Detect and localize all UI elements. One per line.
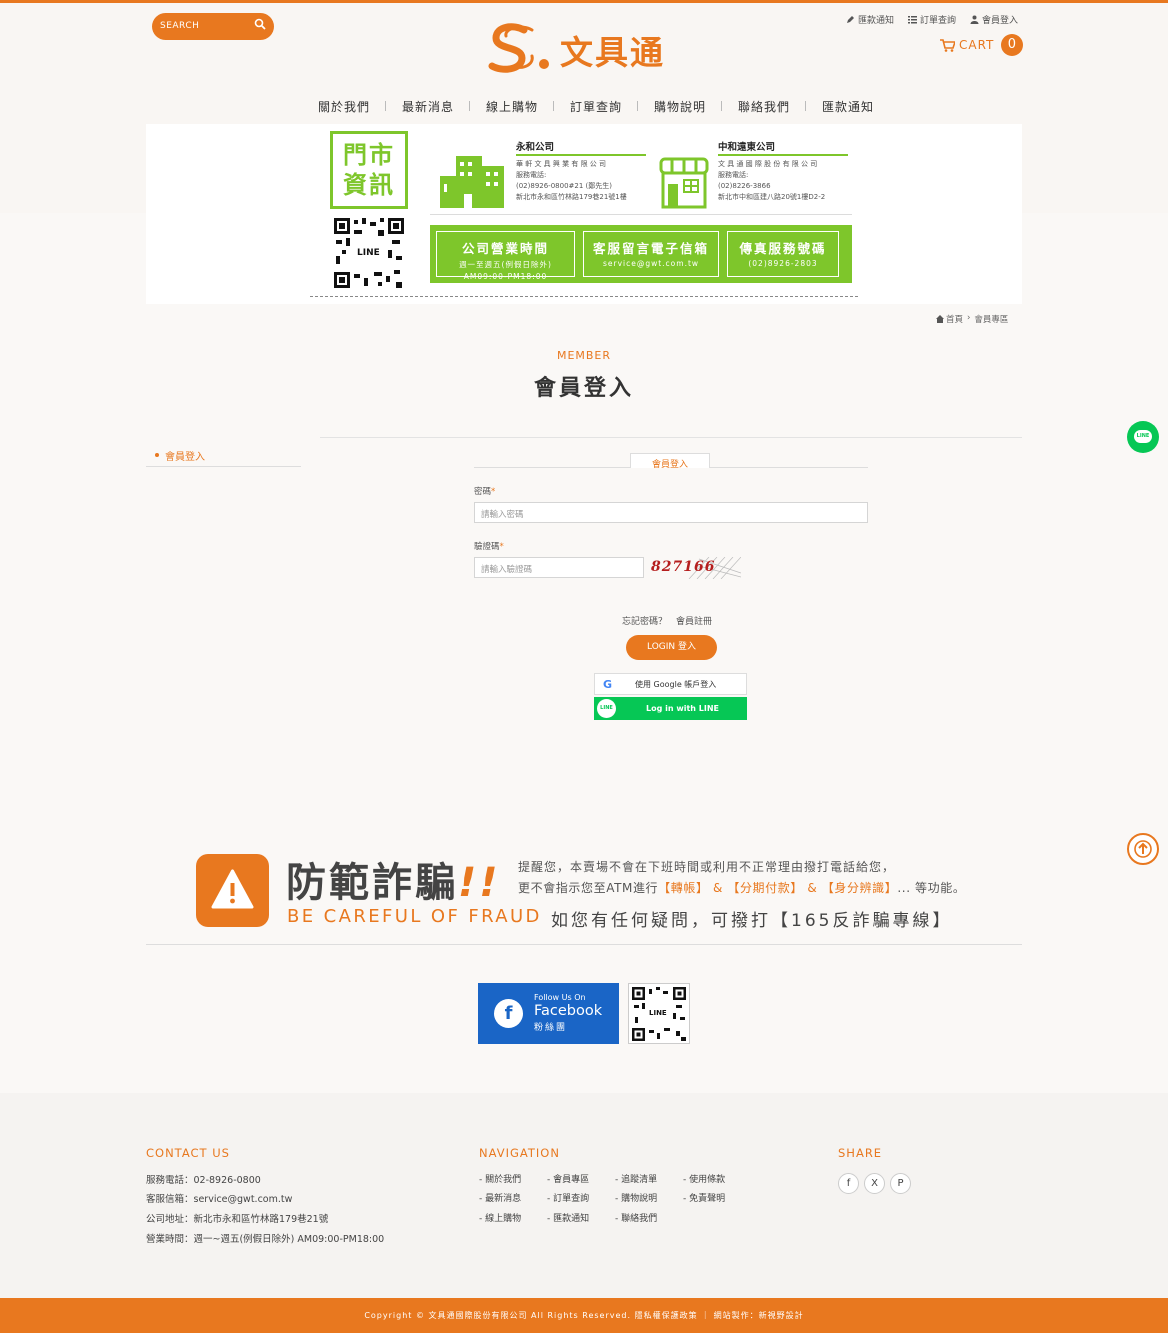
breadcrumb-current: 會員專區 [974, 315, 1009, 325]
floating-line-button[interactable]: LINE [1127, 421, 1159, 453]
footer-link-shop[interactable]: - 線上購物 [479, 1211, 521, 1224]
logo-text: 文具通 [560, 33, 665, 72]
warning-icon [196, 854, 269, 927]
nav-contact[interactable]: 聯絡我們 [722, 98, 806, 115]
footer-link-about[interactable]: - 關於我們 [479, 1172, 521, 1185]
top-links: 匯款通知 訂單查詢 會員登入 [846, 13, 1018, 26]
pencil-icon [847, 16, 854, 23]
google-icon: G [603, 678, 613, 691]
footer-link-guide[interactable]: - 購物說明 [615, 1191, 657, 1204]
footer-hours: 營業時間：週一~週五(例假日除外) AM09:00-PM18:00 [146, 1234, 385, 1245]
line-qr-code: LINE [332, 216, 406, 290]
top-link-orders[interactable]: 訂單查詢 [908, 13, 956, 26]
footer-share-title: SHARE [838, 1146, 883, 1160]
footer-link-member[interactable]: - 會員專區 [547, 1172, 589, 1185]
footer-link-wishlist[interactable]: - 追蹤清單 [615, 1172, 657, 1185]
password-field[interactable]: 請輸入密碼 [474, 502, 868, 523]
building-icon [440, 156, 504, 208]
page-subtitle: MEMBER [556, 349, 612, 362]
page-title: 會員登入 [533, 376, 634, 401]
footer-link-terms[interactable]: - 使用條款 [683, 1172, 725, 1185]
qr-line-label: LINE [357, 248, 380, 258]
user-icon [970, 15, 979, 24]
nav-shopping-guide[interactable]: 購物說明 [638, 98, 722, 115]
fraud-subtitle: BE CAREFUL OF FRAUD [287, 906, 542, 927]
company-zhonghe: 中和遠東公司 文 具 通 國 際 股 份 有 限 公 司 服務電話: (02)8… [718, 142, 848, 203]
account-links: 忘記密碼？ 會員註冊 [622, 614, 712, 627]
footer-address: 公司地址：新北市永和區竹林路179巷21號 [146, 1214, 329, 1225]
service-email-box: 客服留言電子信箱 service@gwt.com.tw [583, 231, 719, 277]
footer-nav-title: NAVIGATION [479, 1146, 560, 1160]
fraud-notice-line2: 更不會指示您至ATM進行【轉帳】 & 【分期付款】 & 【身分辨識】... 等功… [518, 881, 966, 895]
nav-order-query[interactable]: 訂單查詢 [554, 98, 638, 115]
banner-divider [430, 214, 852, 215]
cart-button[interactable]: CART 0 [940, 34, 1024, 56]
storefront-icon [659, 157, 709, 209]
line-login-button[interactable]: LINE Log in with LINE [594, 697, 747, 720]
fraud-divider [146, 944, 1022, 945]
cart-count-badge: 0 [1001, 34, 1024, 56]
top-link-login[interactable]: 會員登入 [970, 13, 1018, 26]
facebook-fanpage-button[interactable]: f Follow Us On Facebook 粉絲團 [478, 983, 619, 1044]
fraud-notice-line1: 提醒您，本賣場不會在下班時間或利用不正常理由撥打電話給您， [518, 860, 896, 874]
facebook-icon: f [494, 999, 523, 1028]
home-icon [936, 315, 944, 323]
captcha-text: 827166 [651, 559, 716, 575]
share-plurk-icon[interactable]: P [890, 1173, 911, 1194]
content-divider [320, 437, 1022, 438]
login-button[interactable]: LOGIN 登入 [626, 635, 717, 660]
footer-phone: 服務電話：02-8926-0800 [146, 1175, 261, 1186]
nav-about[interactable]: 關於我們 [302, 98, 386, 115]
cart-icon [940, 38, 955, 52]
line-icon: LINE [597, 699, 616, 718]
nav-remit[interactable]: 匯款通知 [806, 98, 890, 115]
fax-number-box: 傳真服務號碼 (02)8926-2803 [727, 231, 839, 277]
footer-link-remit[interactable]: - 匯款通知 [547, 1211, 589, 1224]
line-chat-icon: LINE [1134, 430, 1152, 443]
captcha-field[interactable]: 請輸入驗證碼 [474, 557, 644, 578]
banner-dashed-line [310, 296, 858, 297]
breadcrumb-separator: › [967, 313, 971, 323]
top-link-remit[interactable]: 匯款通知 [846, 13, 894, 26]
footer-email: 客服信箱：service@gwt.com.tw [146, 1194, 293, 1205]
contact-strip: 公司營業時間 週一至週五(例假日除外) AM09:00-PM18:00 客服留言… [430, 225, 852, 283]
qr2-line-label: LINE [649, 1009, 667, 1017]
share-facebook-icon[interactable]: f [838, 1173, 859, 1194]
list-icon [908, 16, 918, 24]
copyright-bar: Copyright © 文具通國際股份有限公司 All Rights Reser… [0, 1298, 1168, 1333]
footer-link-news[interactable]: - 最新消息 [479, 1191, 521, 1204]
fraud-hotline: 如您有任何疑問，可撥打【165反詐騙專線】 [551, 911, 953, 931]
google-login-button[interactable]: G 使用 Google 帳戶登入 [594, 673, 747, 695]
sidebar-item-member-login[interactable]: 會員登入 [146, 444, 301, 467]
main-nav: 關於我們 最新消息 線上購物 訂單查詢 購物說明 聯絡我們 匯款通知 [302, 98, 890, 115]
breadcrumb: 首頁 › 會員專區 [936, 313, 1008, 325]
nav-news[interactable]: 最新消息 [386, 98, 470, 115]
share-x-icon[interactable]: X [864, 1173, 885, 1194]
footer-link-disclaimer[interactable]: - 免責聲明 [683, 1191, 725, 1204]
search-icon[interactable] [254, 18, 266, 30]
password-label: 密碼* [474, 487, 496, 497]
back-to-top-button[interactable] [1127, 833, 1159, 865]
nav-shop[interactable]: 線上購物 [470, 98, 554, 115]
bullet-icon [155, 453, 159, 457]
store-info-title: 門市 資訊 [330, 131, 408, 209]
tab-member-login[interactable]: 會員登入 [630, 453, 710, 468]
site-logo[interactable]: 文具通 [488, 22, 688, 76]
business-hours-box: 公司營業時間 週一至週五(例假日除外) AM09:00-PM18:00 [436, 231, 575, 281]
store-info-banner: 門市 資訊 LINE 永和公司 華 軒 文 具 興 業 有 限 公 司 服務電話… [146, 124, 1022, 304]
line-qr-code-footer: LINE [628, 983, 690, 1044]
register-link[interactable]: 會員註冊 [676, 614, 712, 627]
footer-link-order-query[interactable]: - 訂單查詢 [547, 1191, 589, 1204]
breadcrumb-home[interactable]: 首頁 [936, 313, 963, 325]
company-yonghe: 永和公司 華 軒 文 具 興 業 有 限 公 司 服務電話: (02)8926-… [516, 142, 646, 203]
fraud-title: 防範詐騙!! [286, 860, 501, 906]
captcha-label: 驗證碼* [474, 542, 504, 552]
captcha-image[interactable]: 827166 [649, 556, 742, 580]
logo-mark [488, 23, 549, 73]
search-input[interactable]: SEARCH [152, 13, 274, 40]
footer-link-contact[interactable]: - 聯絡我們 [615, 1211, 657, 1224]
forgot-password-link[interactable]: 忘記密碼？ [622, 614, 667, 627]
arrow-up-icon [1134, 840, 1152, 858]
footer-contact-title: CONTACT US [146, 1146, 230, 1160]
